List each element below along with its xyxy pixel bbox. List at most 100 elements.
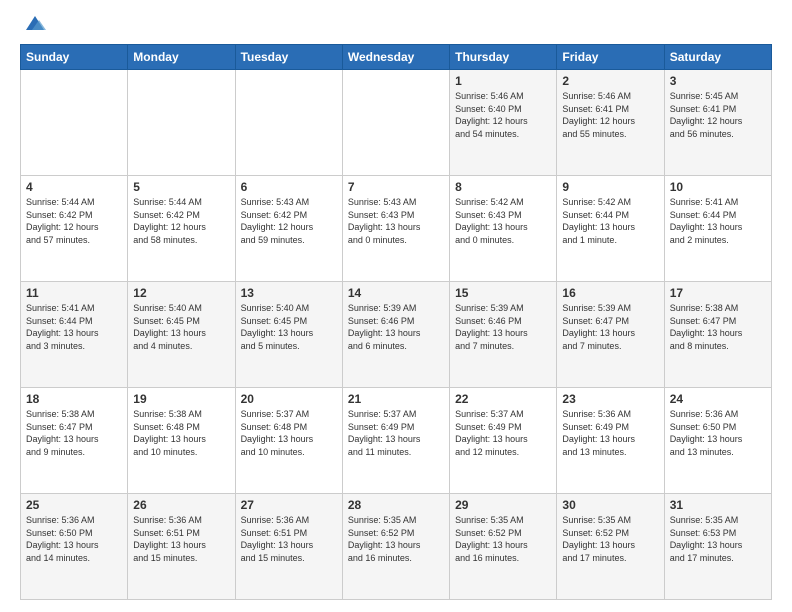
day-info: Sunrise: 5:43 AM Sunset: 6:42 PM Dayligh…: [241, 196, 337, 246]
calendar-cell: 23 Sunrise: 5:36 AM Sunset: 6:49 PM Dayli…: [557, 388, 664, 494]
day-info: Sunrise: 5:38 AM Sunset: 6:47 PM Dayligh…: [26, 408, 122, 458]
logo: [20, 16, 46, 34]
calendar-cell: [21, 70, 128, 176]
day-number: 12: [133, 286, 229, 300]
calendar-cell: 6 Sunrise: 5:43 AM Sunset: 6:42 PM Daylig…: [235, 176, 342, 282]
day-number: 22: [455, 392, 551, 406]
calendar-cell: 26 Sunrise: 5:36 AM Sunset: 6:51 PM Dayli…: [128, 494, 235, 600]
logo-icon: [24, 12, 46, 34]
calendar-cell: 15 Sunrise: 5:39 AM Sunset: 6:46 PM Dayli…: [450, 282, 557, 388]
day-info: Sunrise: 5:45 AM Sunset: 6:41 PM Dayligh…: [670, 90, 766, 140]
calendar-cell: 3 Sunrise: 5:45 AM Sunset: 6:41 PM Daylig…: [664, 70, 771, 176]
calendar-cell: 19 Sunrise: 5:38 AM Sunset: 6:48 PM Dayli…: [128, 388, 235, 494]
day-number: 10: [670, 180, 766, 194]
day-info: Sunrise: 5:35 AM Sunset: 6:53 PM Dayligh…: [670, 514, 766, 564]
day-info: Sunrise: 5:46 AM Sunset: 6:40 PM Dayligh…: [455, 90, 551, 140]
day-info: Sunrise: 5:41 AM Sunset: 6:44 PM Dayligh…: [26, 302, 122, 352]
calendar-cell: 31 Sunrise: 5:35 AM Sunset: 6:53 PM Dayli…: [664, 494, 771, 600]
day-number: 23: [562, 392, 658, 406]
day-info: Sunrise: 5:36 AM Sunset: 6:50 PM Dayligh…: [670, 408, 766, 458]
day-number: 29: [455, 498, 551, 512]
calendar-cell: 29Sunrise: 5:35 AM Sunset: 6:52 PM Dayli…: [450, 494, 557, 600]
calendar-page: SundayMondayTuesdayWednesdayThursdayFrid…: [0, 0, 792, 612]
calendar-cell: 24 Sunrise: 5:36 AM Sunset: 6:50 PM Dayli…: [664, 388, 771, 494]
calendar-cell: 30 Sunrise: 5:35 AM Sunset: 6:52 PM Dayli…: [557, 494, 664, 600]
day-info: Sunrise: 5:40 AM Sunset: 6:45 PM Dayligh…: [241, 302, 337, 352]
day-number: 9: [562, 180, 658, 194]
calendar-cell: 5Sunrise: 5:44 AM Sunset: 6:42 PM Daylig…: [128, 176, 235, 282]
calendar-table: SundayMondayTuesdayWednesdayThursdayFrid…: [20, 44, 772, 600]
day-number: 11: [26, 286, 122, 300]
day-info: Sunrise: 5:46 AM Sunset: 6:41 PM Dayligh…: [562, 90, 658, 140]
day-number: 28: [348, 498, 444, 512]
day-info: Sunrise: 5:36 AM Sunset: 6:49 PM Dayligh…: [562, 408, 658, 458]
day-number: 31: [670, 498, 766, 512]
day-info: Sunrise: 5:37 AM Sunset: 6:48 PM Dayligh…: [241, 408, 337, 458]
day-number: 26: [133, 498, 229, 512]
weekday-header-row: SundayMondayTuesdayWednesdayThursdayFrid…: [21, 45, 772, 70]
day-info: Sunrise: 5:43 AM Sunset: 6:43 PM Dayligh…: [348, 196, 444, 246]
day-info: Sunrise: 5:36 AM Sunset: 6:51 PM Dayligh…: [241, 514, 337, 564]
day-info: Sunrise: 5:40 AM Sunset: 6:45 PM Dayligh…: [133, 302, 229, 352]
day-number: 20: [241, 392, 337, 406]
day-number: 25: [26, 498, 122, 512]
day-number: 17: [670, 286, 766, 300]
weekday-header-wednesday: Wednesday: [342, 45, 449, 70]
day-number: 19: [133, 392, 229, 406]
day-info: Sunrise: 5:39 AM Sunset: 6:47 PM Dayligh…: [562, 302, 658, 352]
day-number: 30: [562, 498, 658, 512]
calendar-cell: 17 Sunrise: 5:38 AM Sunset: 6:47 PM Dayli…: [664, 282, 771, 388]
calendar-cell: 13 Sunrise: 5:40 AM Sunset: 6:45 PM Dayli…: [235, 282, 342, 388]
day-number: 18: [26, 392, 122, 406]
day-number: 15: [455, 286, 551, 300]
day-info: Sunrise: 5:36 AM Sunset: 6:51 PM Dayligh…: [133, 514, 229, 564]
weekday-header-friday: Friday: [557, 45, 664, 70]
day-number: 6: [241, 180, 337, 194]
day-info: Sunrise: 5:44 AM Sunset: 6:42 PM Dayligh…: [133, 196, 229, 246]
day-number: 8: [455, 180, 551, 194]
day-number: 2: [562, 74, 658, 88]
calendar-cell: [342, 70, 449, 176]
day-number: 27: [241, 498, 337, 512]
day-info: Sunrise: 5:36 AM Sunset: 6:50 PM Dayligh…: [26, 514, 122, 564]
week-row-5: 25 Sunrise: 5:36 AM Sunset: 6:50 PM Dayli…: [21, 494, 772, 600]
calendar-cell: 4 Sunrise: 5:44 AM Sunset: 6:42 PM Daylig…: [21, 176, 128, 282]
day-number: 14: [348, 286, 444, 300]
calendar-cell: 7Sunrise: 5:43 AM Sunset: 6:43 PM Daylig…: [342, 176, 449, 282]
calendar-cell: [128, 70, 235, 176]
calendar-cell: 12 Sunrise: 5:40 AM Sunset: 6:45 PM Dayli…: [128, 282, 235, 388]
calendar-cell: 28Sunrise: 5:35 AM Sunset: 6:52 PM Dayli…: [342, 494, 449, 600]
day-number: 24: [670, 392, 766, 406]
day-info: Sunrise: 5:41 AM Sunset: 6:44 PM Dayligh…: [670, 196, 766, 246]
calendar-cell: 1Sunrise: 5:46 AM Sunset: 6:40 PM Daylig…: [450, 70, 557, 176]
calendar-cell: 14 Sunrise: 5:39 AM Sunset: 6:46 PM Dayli…: [342, 282, 449, 388]
day-number: 21: [348, 392, 444, 406]
day-info: Sunrise: 5:37 AM Sunset: 6:49 PM Dayligh…: [348, 408, 444, 458]
weekday-header-saturday: Saturday: [664, 45, 771, 70]
day-info: Sunrise: 5:42 AM Sunset: 6:43 PM Dayligh…: [455, 196, 551, 246]
day-info: Sunrise: 5:38 AM Sunset: 6:47 PM Dayligh…: [670, 302, 766, 352]
weekday-header-thursday: Thursday: [450, 45, 557, 70]
day-info: Sunrise: 5:39 AM Sunset: 6:46 PM Dayligh…: [455, 302, 551, 352]
weekday-header-tuesday: Tuesday: [235, 45, 342, 70]
day-info: Sunrise: 5:39 AM Sunset: 6:46 PM Dayligh…: [348, 302, 444, 352]
day-info: Sunrise: 5:44 AM Sunset: 6:42 PM Dayligh…: [26, 196, 122, 246]
week-row-1: 1Sunrise: 5:46 AM Sunset: 6:40 PM Daylig…: [21, 70, 772, 176]
calendar-cell: 2 Sunrise: 5:46 AM Sunset: 6:41 PM Daylig…: [557, 70, 664, 176]
day-number: 3: [670, 74, 766, 88]
day-number: 13: [241, 286, 337, 300]
day-info: Sunrise: 5:37 AM Sunset: 6:49 PM Dayligh…: [455, 408, 551, 458]
day-info: Sunrise: 5:35 AM Sunset: 6:52 PM Dayligh…: [562, 514, 658, 564]
weekday-header-monday: Monday: [128, 45, 235, 70]
week-row-3: 11 Sunrise: 5:41 AM Sunset: 6:44 PM Dayli…: [21, 282, 772, 388]
calendar-cell: [235, 70, 342, 176]
calendar-cell: 27 Sunrise: 5:36 AM Sunset: 6:51 PM Dayli…: [235, 494, 342, 600]
calendar-cell: 21 Sunrise: 5:37 AM Sunset: 6:49 PM Dayli…: [342, 388, 449, 494]
calendar-cell: 22 Sunrise: 5:37 AM Sunset: 6:49 PM Dayli…: [450, 388, 557, 494]
day-number: 4: [26, 180, 122, 194]
day-info: Sunrise: 5:38 AM Sunset: 6:48 PM Dayligh…: [133, 408, 229, 458]
calendar-cell: 8 Sunrise: 5:42 AM Sunset: 6:43 PM Daylig…: [450, 176, 557, 282]
calendar-cell: 18 Sunrise: 5:38 AM Sunset: 6:47 PM Dayli…: [21, 388, 128, 494]
calendar-cell: 20 Sunrise: 5:37 AM Sunset: 6:48 PM Dayli…: [235, 388, 342, 494]
weekday-header-sunday: Sunday: [21, 45, 128, 70]
